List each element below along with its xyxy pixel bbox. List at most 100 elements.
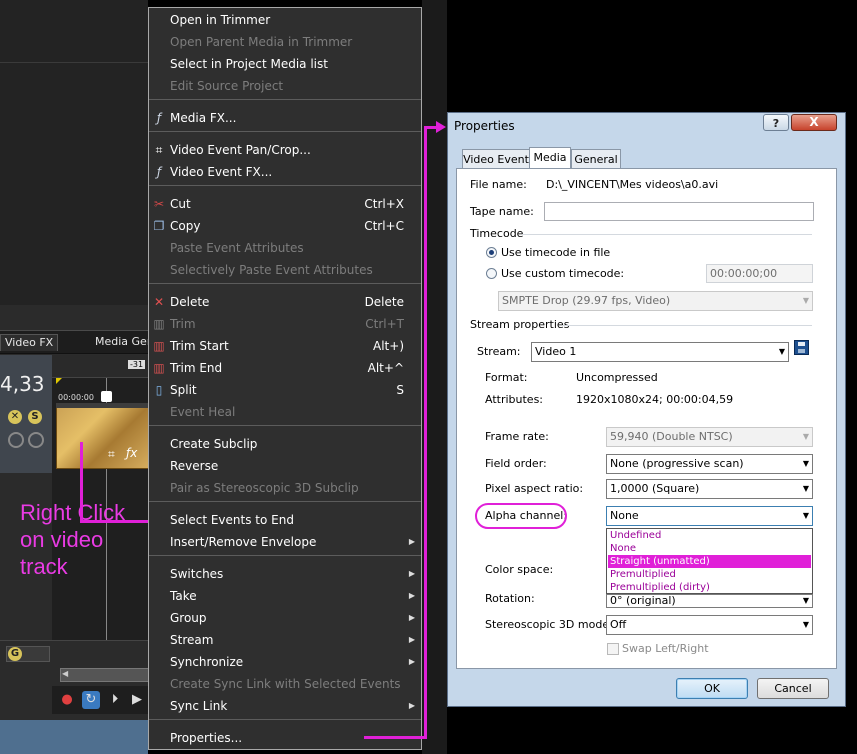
region-marker-icon [56,378,62,384]
fx-icon: ƒ [156,111,162,125]
tab-video-event[interactable]: Video Event [462,149,530,168]
menu-item-label: Trim End [170,361,223,375]
menu-item-edit-source-project: Edit Source Project [149,75,421,97]
color-space-label: Color space: [485,563,554,576]
playhead-handle-icon[interactable] [101,391,112,402]
menu-item-stream[interactable]: Stream ▶ [149,629,421,651]
solo-icon[interactable]: G [8,647,22,661]
tape-name-label: Tape name: [470,205,534,218]
loop-icon[interactable]: ↻ [82,691,100,709]
crop-icon[interactable]: ⌗ [108,447,115,462]
submenu-arrow-icon: ▶ [408,613,415,622]
menu-item-label: Cut [170,197,191,211]
stream-select[interactable]: Video 1 ▼ [531,342,789,362]
menu-item-label: Open in Trimmer [170,13,271,27]
menu-item-split[interactable]: ▯ Split S [149,379,421,401]
annotation-line-horizontal [80,520,148,523]
alpha-option-none[interactable]: None [608,542,811,555]
menu-item-delete[interactable]: ✕ Delete Delete [149,291,421,313]
swap-left-right-checkbox[interactable] [607,643,619,655]
menu-separator [149,185,421,186]
composite-icon[interactable] [8,432,24,448]
menu-item-sync-link[interactable]: Sync Link ▶ [149,695,421,717]
chevron-down-icon: ▼ [802,432,809,441]
tape-name-field[interactable] [544,202,814,221]
alpha-option-undefined[interactable]: Undefined [608,529,811,542]
menu-item-label: Take [170,589,197,603]
menu-item-copy[interactable]: ❐ Copy Ctrl+C [149,215,421,237]
attributes-label: Attributes: [485,393,544,406]
menu-item-label: Select in Project Media list [170,57,328,71]
context-menu-items: Open in Trimmer Open Parent Media in Trim… [149,8,421,749]
play-from-start-icon[interactable]: ⏵ [106,691,124,709]
menu-item-trim-start[interactable]: ▥ Trim Start Alt+) [149,335,421,357]
stereoscopic-mode-select[interactable]: Off ▼ [606,615,813,635]
submenu-arrow-icon: ▶ [408,657,415,666]
record-icon[interactable]: ● [58,691,76,709]
menu-item-label: Switches [170,567,224,581]
save-icon[interactable] [794,340,809,355]
chevron-down-icon: ▼ [778,347,785,356]
menu-item-cut[interactable]: ✂ Cut Ctrl+X [149,193,421,215]
menu-separator [149,99,421,100]
link-icon[interactable] [28,432,44,448]
alpha-option-premultiplied[interactable]: Premultiplied [608,568,811,581]
pixel-aspect-ratio-select[interactable]: 1,0000 (Square) ▼ [606,479,813,499]
menu-separator [149,283,421,284]
tab-media[interactable]: Media [529,147,571,169]
menu-item-label: Open Parent Media in Trimmer [170,35,353,49]
alpha-option-straight[interactable]: Straight (unmatted) [608,555,811,568]
alpha-annotation-ring [475,503,567,529]
frame-rate-select[interactable]: 59,940 (Double NTSC) ▼ [606,427,813,447]
chevron-down-icon: ▼ [802,620,809,629]
horizontal-scrollbar[interactable] [60,668,148,682]
menu-item-label: Select Events to End [170,513,294,527]
format-value: Uncompressed [576,371,658,384]
clip-time-label: 00:00:00 [58,393,94,402]
menu-item-group[interactable]: Group ▶ [149,607,421,629]
menu-item-shortcut: Ctrl+X [364,197,404,211]
tab-media-generators[interactable]: Media Gen [95,334,148,350]
timecode-format-select[interactable]: SMPTE Drop (29.97 fps, Video) ▼ [498,291,813,311]
play-icon[interactable]: ▶ [128,691,146,709]
field-order-select[interactable]: None (progressive scan) ▼ [606,454,813,474]
alpha-option-premultiplied-dirty[interactable]: Premultiplied (dirty) [608,581,811,594]
menu-item-switches[interactable]: Switches ▶ [149,563,421,585]
mute-icon[interactable]: ✕ [8,410,22,424]
menu-item-select-events-to-end[interactable]: Select Events to End [149,509,421,531]
alpha-channel-select[interactable]: None ▼ [606,506,813,526]
menu-item-reverse[interactable]: Reverse [149,455,421,477]
menu-item-take[interactable]: Take ▶ [149,585,421,607]
menu-item-video-event-pan-crop[interactable]: ⌗ Video Event Pan/Crop... [149,139,421,161]
tab-general[interactable]: General [571,149,621,168]
cancel-button[interactable]: Cancel [757,678,829,699]
scroll-left-icon[interactable]: ◀ [62,669,68,678]
menu-item-shortcut: Delete [364,295,404,309]
menu-separator [149,501,421,502]
menu-item-label: Video Event Pan/Crop... [170,143,311,157]
rotation-select[interactable]: 0° (original) ▼ [606,594,813,608]
menu-item-insert-remove-envelope[interactable]: Insert/Remove Envelope ▶ [149,531,421,553]
solo-icon[interactable]: S [28,410,42,424]
menu-item-synchronize[interactable]: Synchronize ▶ [149,651,421,673]
close-button[interactable]: X [791,114,837,131]
menu-item-open-in-trimmer[interactable]: Open in Trimmer [149,9,421,31]
transport-bar: ● ↻ ⏵ ▶ [52,686,148,714]
use-custom-timecode-radio[interactable] [486,268,497,279]
fx-icon[interactable]: ƒx [126,446,137,460]
menu-item-video-event-fx[interactable]: ƒ Video Event FX... [149,161,421,183]
menu-item-select-in-project-media-list[interactable]: Select in Project Media list [149,53,421,75]
menu-item-create-subclip[interactable]: Create Subclip [149,433,421,455]
custom-timecode-field[interactable]: 00:00:00;00 [706,264,813,283]
help-button[interactable]: ? [763,114,789,131]
menu-item-media-fx[interactable]: ƒ Media FX... [149,107,421,129]
pixel-aspect-ratio-label: Pixel aspect ratio: [485,482,584,495]
tab-video-fx[interactable]: Video FX [0,334,59,351]
ok-button[interactable]: OK [676,678,748,699]
stream-label: Stream: [477,345,521,358]
menu-item-shortcut: Ctrl+T [365,317,404,331]
menu-item-trim-end[interactable]: ▥ Trim End Alt+^ [149,357,421,379]
use-timecode-radio[interactable] [486,247,497,258]
split-icon: ▯ [155,383,163,397]
clip-title-bar [56,403,148,408]
